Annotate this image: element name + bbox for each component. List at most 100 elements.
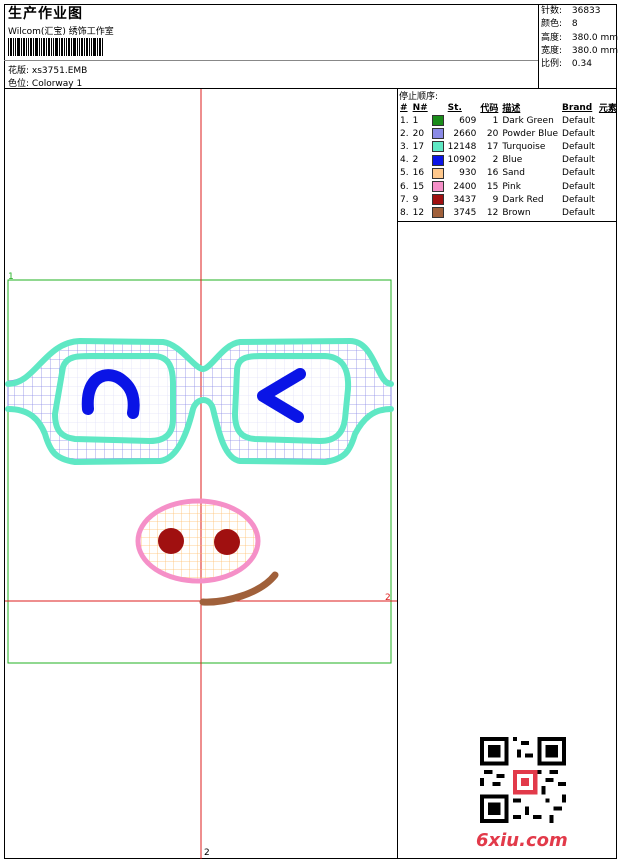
row-description: Dark Green	[502, 115, 554, 126]
colorway-label: 色位:	[8, 79, 30, 89]
row-code: 15	[486, 181, 499, 192]
stats-panel: 针数: 36833 颜色: 8 高度: 380.0 mm 宽度: 380.0 m…	[541, 5, 618, 71]
left-lens	[51, 352, 176, 445]
row-stitches: 930	[459, 168, 477, 179]
row-code: 1	[492, 115, 499, 126]
row-number: 17	[412, 141, 425, 152]
row-index: 6.	[400, 181, 409, 192]
row-swatch	[430, 114, 446, 127]
table-row: 8. 12 3745 12 Brown Default	[398, 206, 619, 219]
stat-width: 宽度: 380.0 mm	[541, 45, 619, 56]
colorway: 色位: Colorway 1	[8, 76, 82, 89]
color-swatch	[431, 207, 444, 219]
row-stitches: 12148	[447, 141, 477, 152]
design-label: 花版:	[8, 66, 30, 76]
row-code: 9	[492, 194, 499, 205]
design-bounds	[7, 279, 392, 664]
col-stitches: St.	[447, 102, 462, 113]
table-row: 1. 1 609 1 Dark Green Default	[398, 114, 619, 127]
row-element	[597, 193, 619, 206]
row-brand: Default	[562, 181, 595, 192]
table-bottom-divider	[397, 221, 617, 222]
design-file: 花版: xs3751.EMB	[8, 63, 87, 76]
colorway-value: Colorway 1	[31, 79, 83, 89]
table-header-row: # N# St. 代码 描述 Brand 元素	[398, 101, 619, 115]
row-index: 5.	[400, 168, 409, 179]
row-index: 7.	[400, 194, 409, 205]
row-description: Turquoise	[502, 141, 546, 152]
right-lens	[231, 353, 352, 445]
row-stitches: 3437	[453, 194, 477, 205]
row-element	[597, 167, 619, 180]
studio-name: Wilcom(汇宝) 绣饰工作室	[8, 27, 114, 37]
row-index: 3.	[400, 141, 409, 152]
row-element	[597, 114, 619, 127]
table-row: 5. 16 930 16 Sand Default	[398, 167, 619, 180]
col-element: 元素	[598, 104, 617, 114]
row-code: 20	[486, 128, 499, 139]
left-nostril	[158, 528, 184, 554]
row-number: 20	[412, 128, 425, 139]
stat-colors: 颜色: 8	[541, 19, 578, 30]
axis-marker-right: 2	[385, 593, 391, 603]
row-description: Powder Blue	[502, 128, 559, 139]
row-index: 8.	[400, 207, 409, 218]
qr-code	[480, 737, 566, 823]
row-number: 16	[412, 168, 425, 179]
row-description: Dark Red	[502, 194, 544, 205]
table-row: 4. 2 10902 2 Blue Default	[398, 154, 619, 167]
row-brand: Default	[562, 155, 595, 166]
row-stitches: 3745	[453, 207, 477, 218]
row-description: Sand	[502, 168, 525, 179]
row-number: 1	[412, 115, 419, 126]
row-code: 2	[492, 155, 499, 166]
row-brand: Default	[562, 194, 595, 205]
row-element	[597, 127, 619, 140]
design-value: xs3751.EMB	[31, 66, 88, 76]
col-description: 描述	[502, 104, 521, 114]
table-row: 7. 9 3437 9 Dark Red Default	[398, 193, 619, 206]
row-brand: Default	[562, 128, 595, 139]
row-swatch	[430, 193, 446, 206]
stat-scale: 比例: 0.34	[541, 59, 592, 70]
col-index: #	[400, 102, 408, 113]
row-brand: Default	[562, 115, 595, 126]
row-element	[597, 154, 619, 167]
stat-stitches: 针数: 36833	[541, 6, 601, 16]
table-row: 6. 15 2400 15 Pink Default	[398, 180, 619, 193]
row-brand: Default	[562, 168, 595, 179]
row-number: 9	[412, 194, 419, 205]
row-swatch	[430, 127, 446, 140]
row-code: 16	[486, 168, 499, 179]
row-stitches: 2400	[453, 181, 477, 192]
color-swatch	[431, 128, 444, 140]
axis-marker-bottom: 2	[204, 848, 210, 858]
color-swatch	[431, 167, 444, 179]
row-index: 1.	[400, 115, 409, 126]
row-brand: Default	[562, 207, 595, 218]
color-swatch	[431, 194, 444, 206]
row-description: Blue	[502, 155, 523, 166]
color-swatch	[431, 115, 444, 127]
row-index: 2.	[400, 128, 409, 139]
stats-divider	[538, 4, 539, 88]
row-code: 12	[486, 207, 499, 218]
color-swatch	[431, 141, 444, 153]
row-swatch	[430, 206, 446, 219]
col-brand: Brand	[562, 102, 593, 113]
bounds-marker: 1	[8, 272, 14, 282]
design-preview: 1 2 2	[5, 89, 397, 859]
row-element	[597, 206, 619, 219]
row-element	[597, 140, 619, 153]
row-stitches: 10902	[447, 155, 477, 166]
row-description: Pink	[502, 181, 521, 192]
table-row: 3. 17 12148 17 Turquoise Default	[398, 140, 619, 153]
table-row: 2. 20 2660 20 Powder Blue Default	[398, 127, 619, 140]
row-stitches: 2660	[453, 128, 477, 139]
row-swatch	[430, 140, 446, 153]
col-code: 代码	[480, 104, 499, 114]
row-number: 15	[412, 181, 425, 192]
col-swatch	[430, 101, 446, 114]
row-element	[597, 180, 619, 193]
row-brand: Default	[562, 141, 595, 152]
